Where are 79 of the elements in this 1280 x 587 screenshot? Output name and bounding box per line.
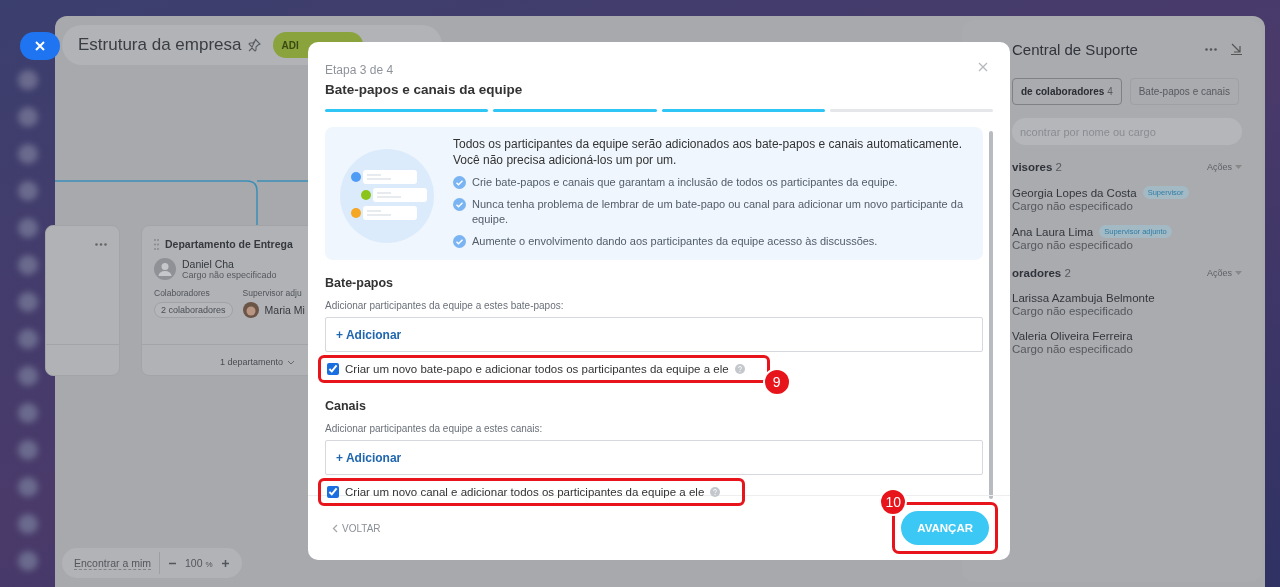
checkbox[interactable] xyxy=(327,363,339,375)
caret-icon xyxy=(1235,165,1242,169)
close-button[interactable] xyxy=(20,32,60,60)
find-me-link[interactable]: Encontrar a mim xyxy=(74,556,152,570)
panel-title: Central de Suporte xyxy=(1012,40,1138,58)
sidebar-icon[interactable] xyxy=(17,292,38,312)
deputy-name: Maria Mi xyxy=(264,304,305,316)
member-position: Cargo não especificado xyxy=(1012,343,1134,355)
checkbox-label: Criar um novo canal e adicionar todos os participantes da equipe a ele xyxy=(345,486,705,498)
sidebar-icon[interactable] xyxy=(17,70,38,90)
actions-menu[interactable]: Ações xyxy=(1207,162,1242,172)
sidebar-icon[interactable] xyxy=(17,440,38,460)
step-label: Etapa 3 de 4 xyxy=(325,63,394,77)
member-name[interactable]: Larissa Azambuja Belmonte xyxy=(1012,292,1155,304)
chevron-left-icon xyxy=(332,523,338,533)
help-icon[interactable] xyxy=(710,487,721,497)
drag-handle-icon[interactable] xyxy=(154,238,159,250)
add-link[interactable]: + Adicionar xyxy=(336,450,402,465)
member-name[interactable]: Valeria Oliveira Ferreira xyxy=(1012,330,1133,342)
avatar-icon xyxy=(154,258,176,280)
department-title: Departamento de Entrega xyxy=(165,238,293,250)
group-title: visores 2 xyxy=(1012,161,1062,173)
sidebar-icon[interactable] xyxy=(17,366,38,386)
page-title: Estrutura da empresa xyxy=(78,35,242,55)
member-name[interactable]: Ana Laura Lima xyxy=(1012,225,1094,238)
sidebar-icon[interactable] xyxy=(17,551,38,571)
plus-icon[interactable] xyxy=(220,558,230,568)
scrollbar[interactable] xyxy=(989,131,993,499)
member-position: Cargo não especificado xyxy=(1012,239,1134,251)
benefit-text: Aumente o envolvimento dando aos participantes da equipe acesso às discussões. xyxy=(472,234,878,249)
sidebar-icon[interactable] xyxy=(17,477,38,497)
more-icon[interactable] xyxy=(95,243,107,246)
head-position: Cargo não especificado xyxy=(182,270,277,280)
section-hint: Adicionar participantes da equipe a estes canais: xyxy=(325,423,544,434)
check-circle-icon xyxy=(453,176,466,189)
employees-count[interactable]: 2 colaboradores xyxy=(154,302,233,318)
group-title: oradores 2 xyxy=(1012,267,1071,279)
org-card[interactable] xyxy=(45,225,120,376)
close-icon xyxy=(34,40,46,52)
benefit-text: Nunca tenha problema de lembrar de um bate-papo ou canal para adicionar um novo participante da equipe. xyxy=(472,197,965,227)
pin-icon[interactable] xyxy=(247,38,262,52)
more-icon[interactable] xyxy=(1205,47,1217,51)
avatar-icon xyxy=(242,302,259,318)
checkbox[interactable] xyxy=(327,486,339,498)
check-circle-icon xyxy=(453,235,466,248)
sidebar-icon[interactable] xyxy=(17,255,38,275)
close-icon xyxy=(978,62,988,72)
benefit-text: Crie bate-papos e canais que garantam a inclusão de todos os participantes da equipe. xyxy=(472,175,898,190)
collapse-icon[interactable] xyxy=(1231,43,1242,55)
zoom-value: 100 % xyxy=(185,557,213,569)
help-icon[interactable] xyxy=(734,364,745,374)
panel-tab[interactable]: Bate-papos e canais xyxy=(1129,78,1239,105)
subdepartments-link[interactable]: 1 departamento xyxy=(220,357,284,367)
sidebar-icon[interactable] xyxy=(17,144,38,164)
add-field[interactable]: + Adicionar xyxy=(325,317,983,352)
callout-badge: 9 xyxy=(762,368,791,396)
sidebar-icon[interactable] xyxy=(17,514,38,534)
caret-icon xyxy=(1235,271,1242,275)
panel-tab[interactable]: de colaboradores 4 xyxy=(1012,78,1122,105)
member-position: Cargo não especificado xyxy=(1012,200,1134,212)
sidebar-icon[interactable] xyxy=(17,329,38,349)
sidebar-icon[interactable] xyxy=(17,218,38,238)
deputy-label: Supervisor adju xyxy=(242,288,303,298)
sidebar-icon[interactable] xyxy=(17,403,38,423)
check-circle-icon xyxy=(453,198,466,211)
member-name[interactable]: Georgia Lopes da Costa xyxy=(1012,186,1137,199)
add-field[interactable]: + Adicionar xyxy=(325,440,983,475)
employees-label: Colaboradores xyxy=(154,288,211,298)
chevron-down-icon[interactable] xyxy=(287,359,296,365)
member-position: Cargo não especificado xyxy=(1012,305,1134,317)
intro-text: Todos os participantes da equipe serão adicionados aos bate-papos e canais automaticamente. Você não precisa adicioná-los um por um. xyxy=(453,136,963,168)
section-title: Canais xyxy=(325,399,367,413)
sidebar-icon[interactable] xyxy=(17,107,38,127)
callout-badge: 10 xyxy=(879,488,908,516)
sidebar-icon[interactable] xyxy=(17,181,38,201)
back-button[interactable]: VOLTAR xyxy=(332,522,381,534)
dialog-title: Bate-papos e canais da equipe xyxy=(325,82,524,97)
head-name: Daniel Cha xyxy=(182,258,235,270)
actions-menu[interactable]: Ações xyxy=(1207,268,1242,278)
